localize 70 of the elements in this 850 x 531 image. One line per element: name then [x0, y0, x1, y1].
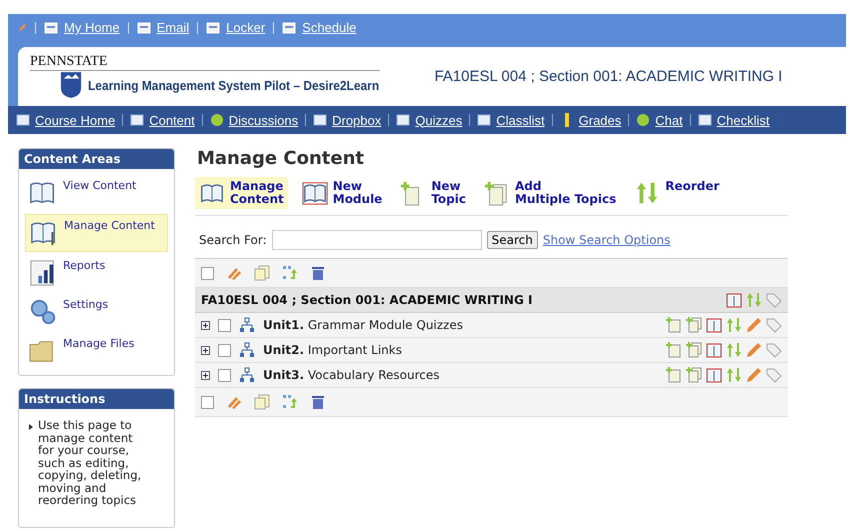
- tag-icon[interactable]: [766, 367, 782, 383]
- gears-icon: [29, 298, 57, 326]
- pencils-icon[interactable]: [226, 265, 242, 281]
- sidebar-item[interactable]: Settings: [25, 294, 168, 330]
- nav-link[interactable]: Checklist: [716, 112, 770, 128]
- trash-icon[interactable]: [310, 265, 326, 281]
- search-button[interactable]: Search: [486, 231, 538, 249]
- module-title[interactable]: Unit3. Vocabulary Resources: [263, 368, 658, 382]
- expand-icon[interactable]: [201, 370, 210, 380]
- module-title[interactable]: Unit1. Grammar Module Quizzes: [263, 318, 658, 332]
- pages-plus-icon[interactable]: [686, 342, 702, 358]
- pages-plus-icon[interactable]: [686, 367, 702, 383]
- pages-plus-icon: [484, 180, 510, 206]
- nav-link[interactable]: Discussions: [228, 112, 298, 128]
- toolbar-button[interactable]: New Topic: [396, 177, 470, 209]
- copy-icon[interactable]: [254, 265, 270, 281]
- checkbox[interactable]: [201, 266, 214, 280]
- search-options-link[interactable]: Show Search Options: [542, 233, 670, 247]
- sidebar-item[interactable]: View Content: [25, 175, 168, 211]
- nav-link[interactable]: Classlist: [496, 112, 545, 128]
- sidebar-item[interactable]: Reports: [25, 255, 168, 291]
- instructions-text: Use this page to manage content for your course, such as editing, copying, deleting, moving and reordering topics: [38, 419, 142, 506]
- sidebar-item[interactable]: Manage Content: [25, 214, 168, 252]
- hierarchy-icon: [239, 342, 255, 358]
- expand-icon[interactable]: [201, 346, 210, 354]
- page-plus-icon[interactable]: [666, 317, 682, 333]
- move-icon[interactable]: [282, 394, 298, 410]
- nav-link[interactable]: Chat: [655, 112, 683, 128]
- nav-link[interactable]: Quizzes: [415, 112, 462, 128]
- nav-link[interactable]: Dropbox: [332, 112, 382, 128]
- pencil-icon[interactable]: [746, 367, 762, 383]
- checkbox[interactable]: [218, 344, 231, 356]
- page-plus-icon[interactable]: [666, 342, 682, 358]
- copy-icon[interactable]: [254, 394, 270, 410]
- checkbox[interactable]: [218, 368, 231, 382]
- module-title[interactable]: Unit2. Important Links: [263, 343, 658, 357]
- page-title: Manage Content: [197, 148, 366, 169]
- course-heading: FA10ESL 004 ; Section 001: ACADEMIC WRITING I: [201, 293, 534, 307]
- toolbar-button[interactable]: Manage Content: [195, 177, 288, 209]
- tag-icon[interactable]: [766, 317, 782, 333]
- tag-icon[interactable]: [766, 342, 782, 358]
- shield-icon: [60, 71, 82, 99]
- toolbar-button[interactable]: New Module: [298, 177, 386, 209]
- org-logo-text: PENNSTATE: [30, 54, 380, 71]
- pencil-icon[interactable]: [746, 342, 762, 358]
- course-title: FA10ESL 004 ; Section 001: ACADEMIC WRITING I: [434, 68, 782, 85]
- panel-header: Content Areas: [19, 149, 174, 169]
- pencils-icon[interactable]: [226, 394, 242, 410]
- hierarchy-icon: [239, 317, 255, 333]
- expand-icon[interactable]: [201, 320, 210, 330]
- page-plus-icon[interactable]: [666, 367, 682, 383]
- pages-plus-icon[interactable]: [686, 317, 702, 333]
- toolbar-button[interactable]: Add Multiple Topics: [480, 177, 620, 209]
- bullet-icon: [29, 424, 33, 430]
- search-label: Search For:: [199, 233, 267, 247]
- nav-link[interactable]: Course Home: [35, 112, 116, 128]
- trash-icon[interactable]: [310, 394, 326, 410]
- tag-icon[interactable]: [766, 292, 782, 308]
- panel-header: Instructions: [19, 389, 174, 409]
- hierarchy-icon: [239, 367, 255, 383]
- toolbar-button[interactable]: Reorder: [630, 177, 724, 209]
- move-icon[interactable]: [282, 265, 298, 281]
- pencil-icon[interactable]: [746, 317, 762, 333]
- nav-link[interactable]: Content: [149, 112, 195, 128]
- search-field[interactable]: [272, 230, 482, 250]
- checkbox[interactable]: [201, 396, 214, 408]
- checkbox[interactable]: [218, 318, 231, 332]
- system-title: Learning Management System Pilot – Desire2Learn: [88, 78, 380, 92]
- sidebar-item[interactable]: Manage Files: [25, 333, 168, 369]
- nav-link[interactable]: Grades: [578, 112, 622, 128]
